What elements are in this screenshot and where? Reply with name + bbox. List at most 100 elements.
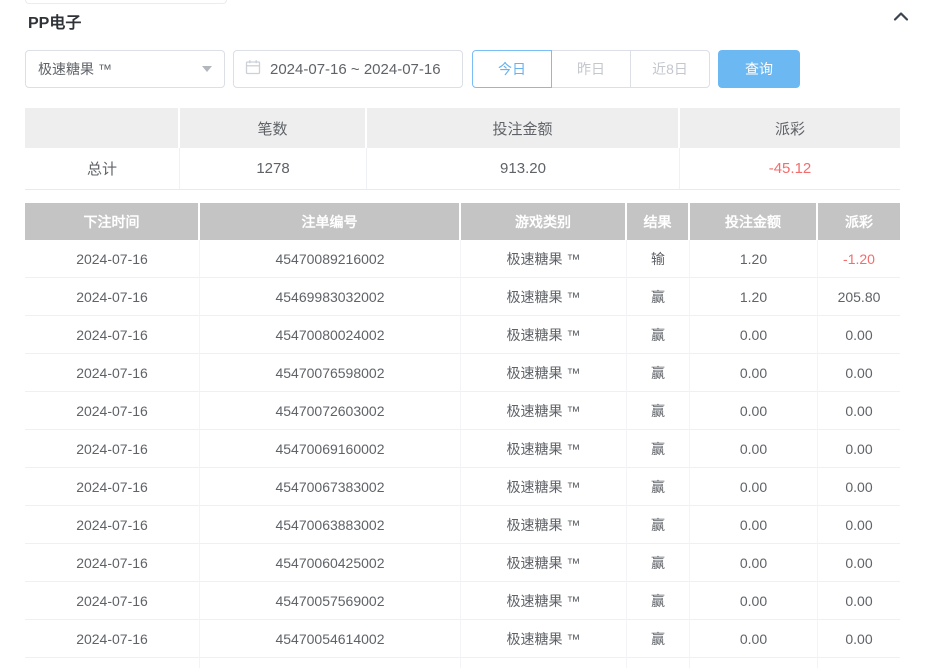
bet-table-cell: 输 bbox=[627, 240, 690, 278]
quick-range-button-1[interactable]: 昨日 bbox=[551, 50, 631, 88]
table-row: 2024-07-1645470076598002极速糖果 ™赢0.000.00 bbox=[25, 354, 900, 392]
bet-table-cell: 2024-07-16 bbox=[25, 430, 200, 468]
table-row: 2024-07-1645470057569002极速糖果 ™赢0.000.00 bbox=[25, 582, 900, 620]
bet-table-cell: 0.00 bbox=[690, 620, 818, 658]
bet-table-cell: 赢 bbox=[627, 316, 690, 354]
bet-table-cell: 极速糖果 ™ bbox=[461, 506, 627, 544]
table-row: 2024-07-1645470060425002极速糖果 ™赢0.000.00 bbox=[25, 544, 900, 582]
table-row: 2024-07-1645470063883002极速糖果 ™赢0.000.00 bbox=[25, 506, 900, 544]
bet-table-cell: 2024-07-16 bbox=[25, 544, 200, 582]
table-row: 2024-07-1645470072603002极速糖果 ™赢0.000.00 bbox=[25, 392, 900, 430]
bet-table-cell: 0.00 bbox=[818, 620, 900, 658]
bet-table-cell: 0.00 bbox=[818, 468, 900, 506]
bet-table-cell: 极速糖果 ™ bbox=[461, 620, 627, 658]
summary-value-cell: -45.12 bbox=[680, 148, 900, 190]
bet-table-cell: 1.20 bbox=[690, 278, 818, 316]
panel-title: PP电子 bbox=[28, 9, 81, 33]
bet-table-cell: 0.00 bbox=[818, 430, 900, 468]
bet-table-cell: 45469983032002 bbox=[200, 278, 461, 316]
summary-value-cell: 1278 bbox=[180, 148, 367, 190]
game-select[interactable]: 极速糖果 ™ bbox=[25, 50, 225, 88]
quick-range-button-0[interactable]: 今日 bbox=[472, 50, 552, 88]
pp-electronic-panel: PP电子 极速糖果 ™ 2024-07-16 ~ 2024-07-16 bbox=[0, 0, 925, 668]
bet-table-cell: 45470072603002 bbox=[200, 392, 461, 430]
bet-table-cell: 极速糖果 ™ bbox=[461, 582, 627, 620]
bet-table-cell: 极速糖果 ™ bbox=[461, 430, 627, 468]
bet-table-cell: 赢 bbox=[627, 468, 690, 506]
query-button[interactable]: 查询 bbox=[718, 50, 800, 88]
table-row: 2024-07-1645470089216002极速糖果 ™输1.20-1.20 bbox=[25, 240, 900, 278]
table-row-partial bbox=[25, 658, 900, 668]
bet-table-cell: 0.00 bbox=[690, 506, 818, 544]
table-row: 2024-07-1645470069160002极速糖果 ™赢0.000.00 bbox=[25, 430, 900, 468]
bet-table-cell: 2024-07-16 bbox=[25, 240, 200, 278]
chevron-up-icon bbox=[891, 6, 911, 29]
bet-table-cell: 赢 bbox=[627, 430, 690, 468]
bet-table-cell: 45470063883002 bbox=[200, 506, 461, 544]
table-row: 2024-07-1645470080024002极速糖果 ™赢0.000.00 bbox=[25, 316, 900, 354]
bet-table-cell: 赢 bbox=[627, 620, 690, 658]
bet-table-cell: 2024-07-16 bbox=[25, 392, 200, 430]
summary-table: 笔数投注金额派彩 总计1278913.20-45.12 bbox=[25, 108, 900, 190]
bet-table-cell: -1.20 bbox=[818, 240, 900, 278]
bet-table-cell: 2024-07-16 bbox=[25, 316, 200, 354]
bet-table-cell: 赢 bbox=[627, 278, 690, 316]
bet-table-cell bbox=[461, 658, 627, 668]
bet-table-cell: 极速糖果 ™ bbox=[461, 316, 627, 354]
summary-value-cell: 913.20 bbox=[367, 148, 680, 190]
bet-table-cell: 45470060425002 bbox=[200, 544, 461, 582]
filter-bar: 极速糖果 ™ 2024-07-16 ~ 2024-07-16 今日昨日近8日 查… bbox=[25, 50, 800, 88]
bet-table-cell bbox=[200, 658, 461, 668]
quick-range-button-group: 今日昨日近8日 bbox=[472, 50, 710, 88]
bet-table-cell: 赢 bbox=[627, 354, 690, 392]
bet-table-cell: 45470057569002 bbox=[200, 582, 461, 620]
bet-table-cell: 极速糖果 ™ bbox=[461, 354, 627, 392]
bet-records-table: 下注时间注单编号游戏类别结果投注金额派彩 2024-07-16454700892… bbox=[25, 203, 900, 668]
bet-table-cell: 0.00 bbox=[818, 316, 900, 354]
bet-table-cell: 205.80 bbox=[818, 278, 900, 316]
summary-header-cell: 派彩 bbox=[680, 108, 900, 148]
bet-table-header-cell: 下注时间 bbox=[25, 203, 200, 240]
bet-table-cell: 0.00 bbox=[690, 468, 818, 506]
previous-panel-edge bbox=[25, 0, 227, 4]
bet-table-cell: 0.00 bbox=[818, 582, 900, 620]
bet-table-body: 2024-07-1645470089216002极速糖果 ™输1.20-1.20… bbox=[25, 240, 900, 668]
caret-down-icon bbox=[202, 66, 212, 72]
bet-table-cell: 2024-07-16 bbox=[25, 278, 200, 316]
bet-table-cell: 45470069160002 bbox=[200, 430, 461, 468]
quick-range-button-2[interactable]: 近8日 bbox=[630, 50, 710, 88]
bet-table-cell: 0.00 bbox=[690, 430, 818, 468]
bet-table-cell: 0.00 bbox=[818, 354, 900, 392]
bet-table-cell: 0.00 bbox=[690, 582, 818, 620]
bet-table-cell: 2024-07-16 bbox=[25, 468, 200, 506]
bet-table-cell: 45470089216002 bbox=[200, 240, 461, 278]
collapse-panel-button[interactable] bbox=[889, 5, 913, 29]
bet-table-cell: 45470080024002 bbox=[200, 316, 461, 354]
bet-table-cell bbox=[25, 658, 200, 668]
bet-table-cell: 赢 bbox=[627, 582, 690, 620]
date-range-value: 2024-07-16 ~ 2024-07-16 bbox=[270, 61, 441, 78]
bet-table-cell: 极速糖果 ™ bbox=[461, 278, 627, 316]
bet-table-cell: 赢 bbox=[627, 544, 690, 582]
bet-table-cell bbox=[818, 658, 900, 668]
bet-table-cell: 2024-07-16 bbox=[25, 506, 200, 544]
bet-table-header-cell: 派彩 bbox=[818, 203, 900, 240]
calendar-icon bbox=[245, 59, 270, 79]
summary-header-cell: 笔数 bbox=[180, 108, 367, 148]
bet-table-cell: 1.20 bbox=[690, 240, 818, 278]
bet-table-cell: 2024-07-16 bbox=[25, 582, 200, 620]
bet-table-cell: 0.00 bbox=[690, 354, 818, 392]
bet-table-cell: 极速糖果 ™ bbox=[461, 544, 627, 582]
bet-table-header-row: 下注时间注单编号游戏类别结果投注金额派彩 bbox=[25, 203, 900, 240]
bet-table-cell: 赢 bbox=[627, 392, 690, 430]
table-row: 2024-07-1645469983032002极速糖果 ™赢1.20205.8… bbox=[25, 278, 900, 316]
bet-table-cell: 45470076598002 bbox=[200, 354, 461, 392]
bet-table-header-cell: 游戏类别 bbox=[461, 203, 627, 240]
bet-table-cell: 0.00 bbox=[818, 392, 900, 430]
summary-total-row: 总计1278913.20-45.12 bbox=[25, 148, 900, 190]
bet-table-cell bbox=[627, 658, 690, 668]
bet-table-cell: 极速糖果 ™ bbox=[461, 392, 627, 430]
bet-table-cell: 0.00 bbox=[690, 316, 818, 354]
date-range-input[interactable]: 2024-07-16 ~ 2024-07-16 bbox=[233, 50, 463, 88]
bet-table-cell: 赢 bbox=[627, 506, 690, 544]
